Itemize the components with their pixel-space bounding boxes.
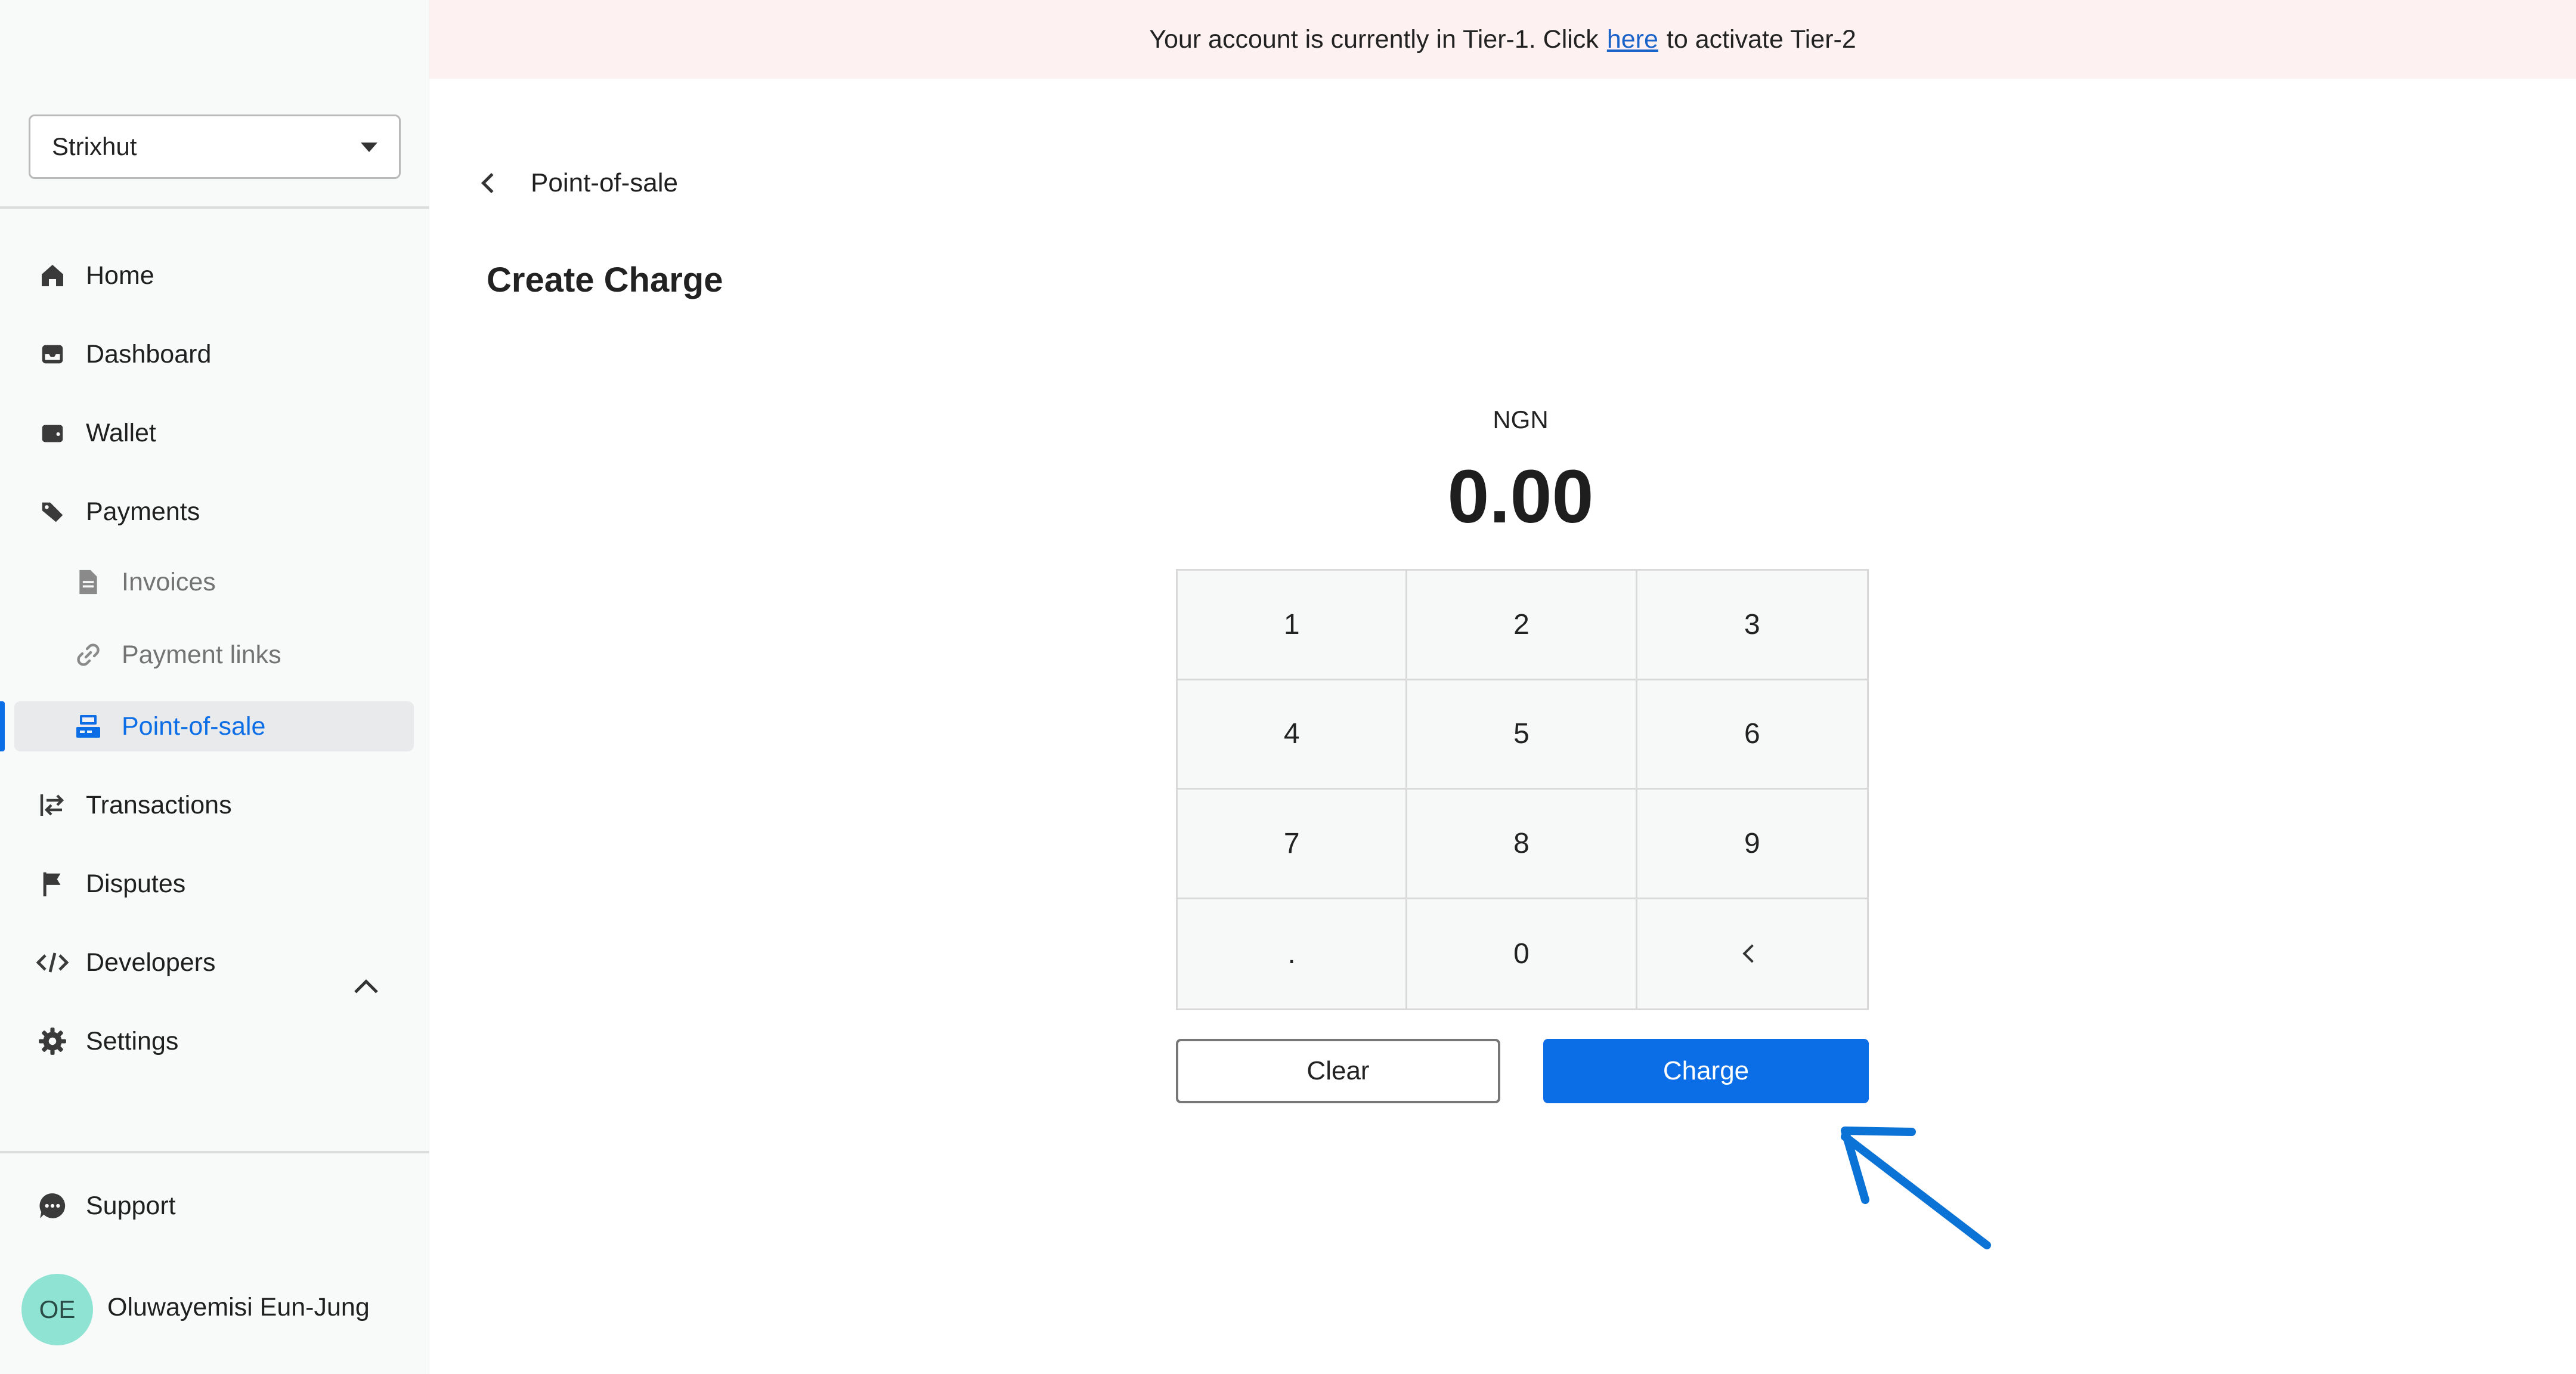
sidebar-item-invoices[interactable]: Invoices (0, 557, 429, 607)
sidebar-item-label: Wallet (86, 418, 156, 447)
sidebar-item-label: Transactions (86, 790, 232, 819)
breadcrumb: Point-of-sale (531, 168, 679, 197)
banner-text: Your account is currently in Tier-1. Cli… (1149, 24, 1599, 54)
sidebar-item-label: Payment links (122, 640, 281, 669)
sidebar-item-label: Support (86, 1191, 176, 1220)
sidebar-item-label: Settings (86, 1026, 179, 1056)
key-5[interactable]: 5 (1407, 680, 1637, 790)
sidebar-divider (0, 206, 429, 209)
register-icon (72, 710, 105, 743)
pointer-arrow-annotation (1841, 1127, 1991, 1249)
document-icon (72, 565, 105, 599)
key-3[interactable]: 3 (1637, 571, 1867, 680)
tier-banner: Your account is currently in Tier-1. Cli… (429, 0, 2576, 79)
key-4[interactable]: 4 (1178, 680, 1408, 790)
avatar[interactable]: OE (21, 1274, 93, 1345)
sidebar-item-dashboard[interactable]: Dashboard (0, 326, 429, 383)
code-icon (36, 946, 69, 979)
wallet-icon (36, 416, 69, 450)
sidebar-item-payment-links[interactable]: Payment links (0, 630, 429, 680)
sidebar: Strixhut Home Dashboard Wallet Payments … (0, 0, 429, 1374)
key-backspace[interactable] (1637, 899, 1867, 1008)
sidebar-item-payments[interactable]: Payments (0, 483, 429, 1003)
link-icon (72, 638, 105, 671)
amount-display: 0.00 (1447, 454, 1594, 539)
sidebar-item-label: Payments (86, 497, 200, 526)
organization-select[interactable]: Strixhut (29, 114, 401, 179)
key-6[interactable]: 6 (1637, 680, 1867, 790)
key-9[interactable]: 9 (1637, 790, 1867, 899)
inbox-icon (36, 338, 69, 371)
sidebar-divider (0, 1151, 429, 1153)
sidebar-item-home[interactable]: Home (0, 247, 429, 304)
activate-tier-link[interactable]: here (1607, 25, 1658, 54)
sidebar-item-label: Invoices (122, 567, 216, 596)
sidebar-item-wallet[interactable]: Wallet (0, 404, 429, 462)
page-title: Create Charge (487, 261, 723, 299)
sidebar-item-settings[interactable]: Settings (0, 1013, 429, 1070)
key-8[interactable]: 8 (1407, 790, 1637, 899)
sidebar-item-disputes[interactable]: Disputes (0, 855, 429, 912)
chevron-left-icon (1742, 944, 1761, 963)
chevron-left-icon (481, 173, 501, 193)
chat-icon (36, 1189, 69, 1223)
sidebar-item-developers[interactable]: Developers (0, 934, 429, 991)
organization-name: Strixhut (52, 132, 137, 160)
charge-button[interactable]: Charge (1543, 1039, 1869, 1103)
sidebar-item-label: Home (86, 261, 154, 290)
sidebar-item-support[interactable]: Support (0, 1177, 429, 1234)
sidebar-item-label: Disputes (86, 869, 186, 898)
sidebar-item-label: Dashboard (86, 339, 212, 369)
gear-icon (36, 1025, 69, 1058)
back-link[interactable]: Point-of-sale (477, 168, 678, 198)
clear-button[interactable]: Clear (1176, 1039, 1500, 1103)
key-1[interactable]: 1 (1178, 571, 1408, 680)
key-decimal[interactable]: . (1178, 899, 1408, 1008)
sidebar-item-label: Point-of-sale (122, 711, 266, 741)
currency-code: NGN (1493, 406, 1549, 434)
sidebar-item-point-of-sale[interactable]: Point-of-sale (0, 701, 429, 751)
keypad: 1 2 3 4 5 6 7 8 9 . 0 (1176, 569, 1869, 1010)
home-icon (36, 259, 69, 292)
tag-icon (36, 495, 69, 528)
key-2[interactable]: 2 (1407, 571, 1637, 680)
key-7[interactable]: 7 (1178, 790, 1408, 899)
flag-icon (36, 867, 69, 900)
transfer-icon (36, 788, 69, 822)
banner-text-end: to activate Tier-2 (1666, 24, 1856, 54)
avatar-initials: OE (39, 1295, 76, 1323)
sidebar-item-transactions[interactable]: Transactions (0, 776, 429, 834)
sidebar-item-label: Developers (86, 948, 216, 977)
key-0[interactable]: 0 (1407, 899, 1637, 1008)
caret-down-icon (361, 143, 377, 152)
user-name[interactable]: Oluwayemisi Eun-Jung (107, 1293, 370, 1322)
